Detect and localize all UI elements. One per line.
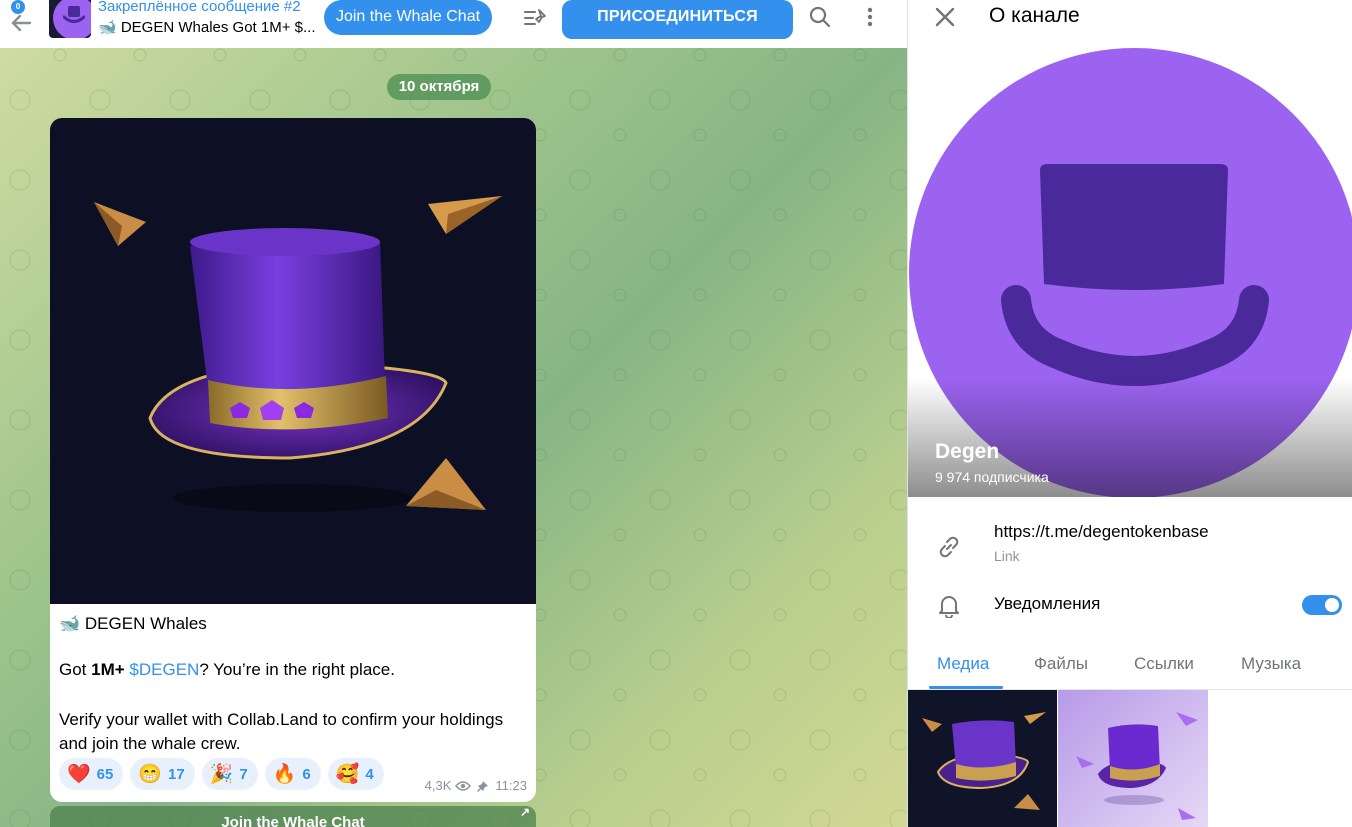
eye-icon <box>455 780 472 791</box>
reaction-grin[interactable]: 😁 17 <box>130 758 195 790</box>
pinned-thumbnail[interactable] <box>49 0 91 38</box>
chat-area: 0 Закреплённое сообщение #2 🐋 DEGEN Whal… <box>0 0 907 827</box>
channel-name: Degen <box>935 440 1000 463</box>
link-caption: Link <box>994 548 1020 564</box>
message-line-2: Verify your wallet with Collab.Land to c… <box>59 710 504 753</box>
chat-badge-icon: 0 <box>11 0 25 14</box>
more-menu-icon[interactable] <box>858 5 882 29</box>
media-thumbnail[interactable] <box>1058 690 1208 827</box>
top-hat-icon <box>63 6 85 23</box>
channel-avatar-hero[interactable]: Degen 9 974 подписчика <box>908 48 1352 497</box>
reaction-party[interactable]: 🎉 7 <box>201 758 258 790</box>
reaction-fire[interactable]: 🔥 6 <box>264 758 321 790</box>
join-channel-button[interactable]: ПРИСОЕДИНИТЬСЯ <box>562 0 793 39</box>
channel-message: 🐋 DEGEN Whales Got 1M+ $DEGEN? You’re in… <box>50 118 536 802</box>
message-line-1: Got 1M+ $DEGEN? You’re in the right plac… <box>59 660 395 679</box>
media-grid <box>908 690 1352 827</box>
media-thumbnail[interactable] <box>908 690 1057 827</box>
view-count: 4,3K <box>424 778 452 793</box>
panel-title: О канале <box>989 4 1080 27</box>
notifications-row[interactable]: Уведомления <box>908 588 1352 624</box>
close-icon[interactable] <box>932 4 958 30</box>
date-separator: 10 октября <box>387 74 491 100</box>
active-tab-indicator <box>929 686 1003 689</box>
join-whale-chat-button[interactable]: Join the Whale Chat <box>324 0 492 35</box>
toggle-knob <box>1325 598 1339 612</box>
top-hat-illustration <box>94 196 502 512</box>
reaction-love[interactable]: 🥰 4 <box>327 758 384 790</box>
message-time: 11:23 <box>495 778 527 793</box>
channel-info-panel: О канале Degen 9 974 подписчика https://… <box>907 0 1352 827</box>
cashtag-link[interactable]: $DEGEN <box>129 660 199 679</box>
reactions-bar: ❤️ 65 😁 17 🎉 7 🔥 6 🥰 4 <box>59 758 384 792</box>
chat-header: 0 Закреплённое сообщение #2 🐋 DEGEN Whal… <box>0 0 907 48</box>
pinned-message-text[interactable]: 🐋 DEGEN Whales Got 1M+ $... <box>98 18 316 36</box>
top-hat-thumbnail <box>922 712 1046 810</box>
link-row[interactable]: https://t.me/degentokenbase Link <box>908 518 1352 574</box>
external-link-icon: ↗ <box>519 805 530 819</box>
link-icon <box>939 536 959 558</box>
message-image[interactable] <box>50 118 536 604</box>
media-tabs: Медиа Файлы Ссылки Музыка <box>908 640 1352 690</box>
tab-links[interactable]: Ссылки <box>1134 654 1194 674</box>
subscriber-count: 9 974 подписчика <box>935 469 1049 485</box>
tab-music[interactable]: Музыка <box>1241 654 1301 674</box>
message-meta: 4,3K 11:23 <box>425 778 527 793</box>
tab-media[interactable]: Медиа <box>937 654 989 674</box>
reaction-heart[interactable]: ❤️ 65 <box>59 758 124 790</box>
search-icon[interactable] <box>808 5 832 29</box>
notifications-label: Уведомления <box>994 594 1101 613</box>
channel-link[interactable]: https://t.me/degentokenbase <box>994 522 1209 542</box>
message-heading: 🐋 DEGEN Whales <box>59 614 207 633</box>
pinned-message-title[interactable]: Закреплённое сообщение #2 <box>98 0 301 15</box>
tab-files[interactable]: Файлы <box>1034 654 1088 674</box>
whale-emoji-icon: 🐋 <box>59 614 81 633</box>
pin-icon <box>477 780 489 792</box>
top-hat-thumbnail <box>1076 712 1198 820</box>
inline-join-whale-chat-button[interactable]: Join the Whale Chat ↗ <box>50 805 536 827</box>
bell-icon <box>939 596 959 618</box>
pinned-list-icon[interactable] <box>522 6 550 30</box>
notifications-toggle[interactable] <box>1302 595 1342 615</box>
